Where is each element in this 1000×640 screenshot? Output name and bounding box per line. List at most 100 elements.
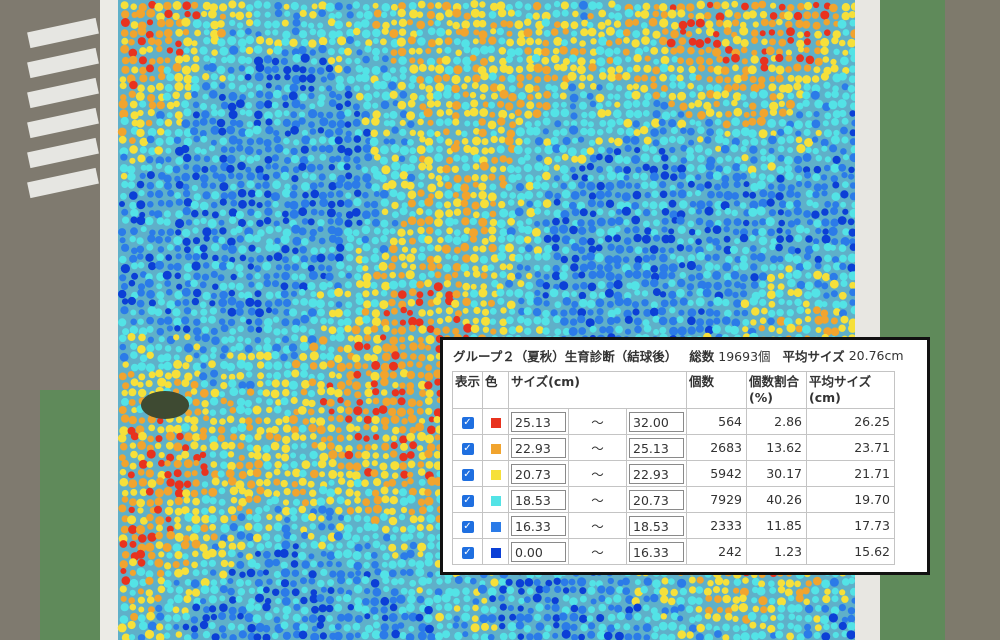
crop-head xyxy=(704,262,714,271)
crop-head xyxy=(237,188,247,198)
crop-head xyxy=(552,264,560,273)
crop-head xyxy=(220,324,229,333)
crop-head xyxy=(345,415,353,423)
crop-head xyxy=(238,245,247,254)
crop-head xyxy=(289,200,299,210)
crop-head xyxy=(398,388,406,396)
crop-head xyxy=(192,119,200,127)
crop-head xyxy=(813,306,821,314)
crop-head xyxy=(803,38,811,46)
crop-head xyxy=(252,125,262,135)
crop-head xyxy=(416,400,423,407)
crop-head xyxy=(247,541,254,548)
crop-head xyxy=(748,129,757,139)
crop-head xyxy=(173,262,182,271)
crop-head xyxy=(335,82,345,91)
crop-head xyxy=(724,9,733,18)
crop-head xyxy=(273,328,281,336)
crop-head xyxy=(292,53,302,63)
crop-head xyxy=(560,108,570,118)
crop-head xyxy=(739,261,749,271)
crop-head xyxy=(391,154,399,162)
crop-head xyxy=(281,328,288,335)
crop-head xyxy=(751,307,760,316)
crop-head xyxy=(396,191,406,201)
crop-head xyxy=(518,297,525,305)
crop-head xyxy=(815,129,822,137)
crop-head xyxy=(778,298,785,305)
crop-head xyxy=(333,531,343,541)
crop-head xyxy=(688,274,696,282)
crop-head xyxy=(360,73,370,83)
crop-head xyxy=(524,18,532,26)
crop-head xyxy=(282,148,290,155)
crop-head xyxy=(650,301,658,309)
crop-head xyxy=(595,190,606,200)
crop-head xyxy=(624,8,634,18)
crop-head xyxy=(154,497,163,506)
crop-head xyxy=(586,252,596,261)
crop-head xyxy=(182,189,191,198)
crop-head xyxy=(217,173,227,183)
crop-head xyxy=(401,418,408,425)
crop-head xyxy=(201,400,209,408)
crop-head xyxy=(670,165,679,173)
crop-head xyxy=(282,388,290,397)
crop-head xyxy=(525,244,533,253)
crop-head xyxy=(401,246,409,253)
crop-head xyxy=(704,181,712,189)
crop-head xyxy=(291,263,300,271)
crop-head xyxy=(777,154,785,162)
crop-head xyxy=(723,27,732,36)
crop-head xyxy=(496,145,505,154)
crop-head xyxy=(722,56,730,64)
crop-head xyxy=(479,108,489,117)
crop-head xyxy=(388,81,397,91)
crop-head xyxy=(174,72,184,82)
crop-head xyxy=(490,200,497,207)
crop-head xyxy=(443,280,452,288)
crop-head xyxy=(659,247,666,254)
crop-head xyxy=(154,505,162,514)
crop-head xyxy=(812,173,821,182)
crop-head xyxy=(786,309,794,317)
crop-head xyxy=(298,111,306,118)
crop-head xyxy=(172,91,180,100)
crop-head xyxy=(676,135,685,145)
crop-head xyxy=(544,156,553,165)
crop-head xyxy=(328,164,335,171)
crop-head xyxy=(848,166,855,173)
crop-head xyxy=(749,145,758,154)
crop-head xyxy=(596,153,603,161)
crop-head xyxy=(445,209,454,218)
crop-head xyxy=(148,262,157,271)
crop-head xyxy=(821,208,829,216)
crop-head xyxy=(759,317,767,325)
crop-head xyxy=(714,183,721,191)
crop-head xyxy=(756,116,766,126)
crop-head xyxy=(613,279,623,290)
crop-head xyxy=(210,352,217,359)
crop-head xyxy=(838,244,847,252)
crop-head xyxy=(316,497,326,507)
crop-head xyxy=(634,4,642,12)
crop-head xyxy=(336,243,345,252)
crop-head xyxy=(643,136,652,145)
crop-head xyxy=(549,225,559,235)
crop-head xyxy=(280,57,288,65)
crop-head xyxy=(173,236,183,246)
crop-head xyxy=(130,351,138,359)
crop-head xyxy=(219,182,229,192)
crop-head xyxy=(742,101,749,108)
crop-head xyxy=(254,210,262,219)
crop-head xyxy=(344,100,352,107)
crop-head xyxy=(632,301,639,309)
crop-head xyxy=(767,228,775,237)
crop-head xyxy=(814,30,822,39)
crop-head xyxy=(380,235,388,243)
crop-head xyxy=(253,234,261,243)
crop-head xyxy=(624,269,634,279)
crop-head xyxy=(498,37,506,45)
crop-head xyxy=(452,254,459,262)
crop-head xyxy=(661,217,669,225)
